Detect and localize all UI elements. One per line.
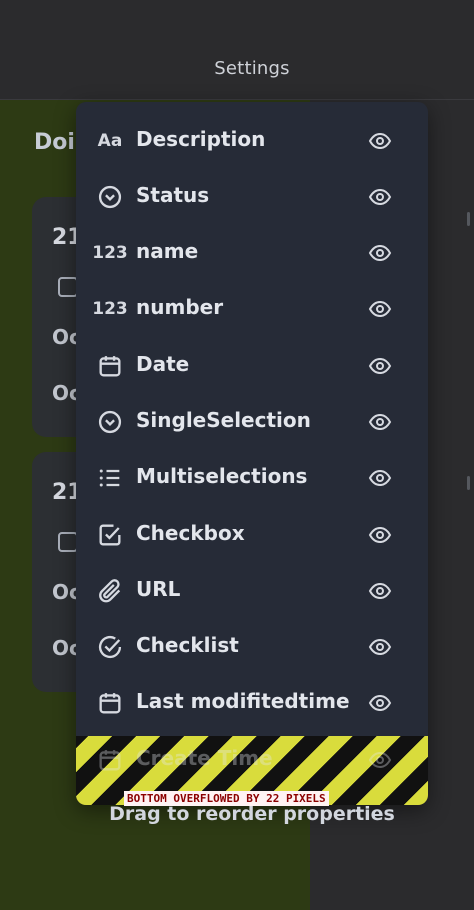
- eye-icon[interactable]: [368, 129, 392, 153]
- eye-icon[interactable]: [368, 635, 392, 659]
- property-row[interactable]: Date: [76, 338, 428, 394]
- property-label: SingleSelection: [136, 408, 311, 432]
- column-title: Doi: [34, 130, 75, 155]
- check-circle-icon: [98, 635, 122, 659]
- checkbox-icon: [99, 524, 121, 546]
- top-app-bar: Settings: [0, 0, 474, 100]
- property-row[interactable]: Status: [76, 169, 428, 225]
- property-row[interactable]: Checklist: [76, 619, 428, 675]
- property-row[interactable]: URL: [76, 563, 428, 619]
- properties-popup: Aa Description Status 123 name 123 numbe…: [76, 102, 428, 805]
- property-row[interactable]: 123 number: [76, 281, 428, 337]
- property-row[interactable]: Aa Description: [76, 113, 428, 169]
- property-label: name: [136, 239, 199, 263]
- property-label: Last modifitedtime: [136, 689, 350, 713]
- side-scroll-area: [456, 100, 474, 910]
- calendar-icon: [99, 693, 121, 714]
- scroll-tick: [467, 212, 470, 226]
- property-label: Checklist: [136, 633, 239, 657]
- drag-hint: Drag to reorder properties: [109, 803, 395, 825]
- eye-icon[interactable]: [368, 185, 392, 209]
- eye-icon: [368, 751, 392, 769]
- property-row[interactable]: Last modifitedtime: [76, 675, 428, 731]
- property-label: Multiselections: [136, 464, 308, 488]
- property-label: URL: [136, 577, 181, 601]
- property-row-overflowed: Create Time: [76, 736, 428, 792]
- scroll-tick: [467, 476, 470, 490]
- eye-icon[interactable]: [368, 691, 392, 715]
- chevron-circle-icon: [98, 185, 122, 209]
- number-icon: 123: [92, 299, 128, 319]
- paperclip-icon: [99, 579, 121, 603]
- property-label: Description: [136, 127, 266, 151]
- number-icon: 123: [92, 243, 128, 263]
- eye-icon[interactable]: [368, 354, 392, 378]
- eye-icon[interactable]: [368, 466, 392, 490]
- chevron-circle-icon: [98, 410, 122, 434]
- card-checkbox[interactable]: [58, 532, 78, 552]
- eye-icon[interactable]: [368, 297, 392, 321]
- property-label: Status: [136, 183, 210, 207]
- property-label: Create Time: [136, 746, 273, 770]
- property-row[interactable]: SingleSelection: [76, 394, 428, 450]
- eye-icon[interactable]: [368, 241, 392, 265]
- property-label: number: [136, 295, 224, 319]
- eye-icon[interactable]: [368, 579, 392, 603]
- property-row[interactable]: 123 name: [76, 225, 428, 281]
- card-checkbox[interactable]: [58, 277, 78, 297]
- calendar-icon: [99, 356, 121, 377]
- page-title: Settings: [214, 58, 290, 79]
- property-label: Checkbox: [136, 521, 245, 545]
- property-label: Date: [136, 352, 190, 376]
- list-icon: [99, 469, 120, 487]
- property-row[interactable]: Checkbox: [76, 507, 428, 563]
- eye-icon[interactable]: [368, 410, 392, 434]
- eye-icon[interactable]: [368, 523, 392, 547]
- calendar-icon: [99, 750, 121, 771]
- property-row[interactable]: Multiselections: [76, 450, 428, 506]
- text-aa-icon: Aa: [97, 131, 123, 151]
